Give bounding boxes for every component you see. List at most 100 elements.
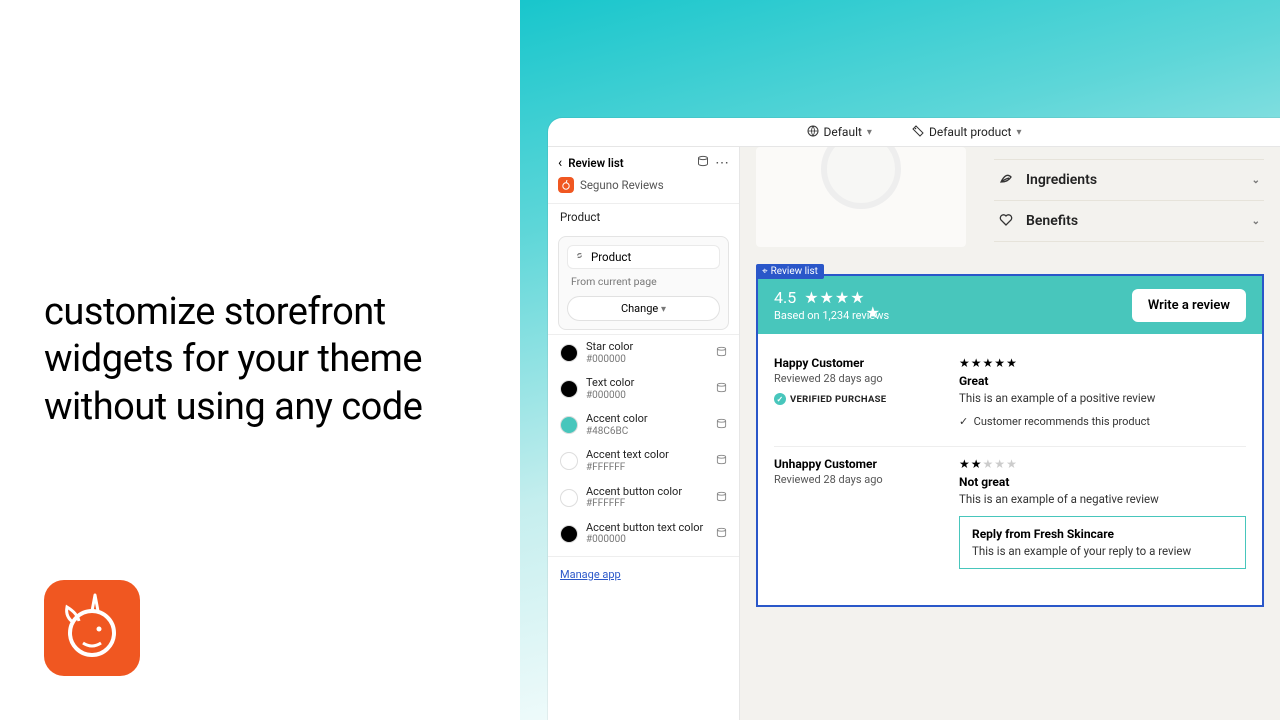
review-title: Not great	[959, 475, 1246, 489]
review-stars: ★★★★★	[959, 457, 1246, 471]
color-swatch	[560, 489, 578, 507]
reply-box: Reply from Fresh Skincare This is an exa…	[959, 516, 1246, 569]
sidebar-title: Review list	[568, 156, 691, 170]
color-row[interactable]: Accent color #48C6BC	[548, 407, 739, 443]
database-icon[interactable]	[697, 155, 709, 171]
review-text: This is an example of a negative review	[959, 492, 1246, 506]
accordion-item[interactable]: Ingredients ⌄	[994, 159, 1264, 200]
from-text: From current page	[567, 269, 720, 290]
database-icon[interactable]	[716, 454, 727, 468]
chevron-down-icon: ⌄	[1252, 216, 1260, 227]
avg-stars: ★★★★★★	[804, 288, 880, 307]
product-dish-illustration	[821, 147, 901, 209]
brand-logo	[44, 580, 140, 676]
color-meta: Accent button text color #000000	[586, 522, 708, 546]
settings-sidebar: ‹ Review list ⋯ Seguno Reviews Product	[548, 147, 740, 720]
chevron-down-icon: ▾	[867, 127, 872, 138]
color-name: Accent button color	[586, 486, 708, 499]
headline-text: customize storefront widgets for your th…	[44, 289, 476, 432]
chevron-down-icon: ⌄	[1252, 175, 1260, 186]
product-label: Default product	[929, 125, 1012, 139]
topbar: Default ▾ Default product ▾	[548, 118, 1280, 146]
globe-icon	[807, 125, 819, 140]
product-field[interactable]: Product	[567, 245, 720, 269]
unicorn-icon	[57, 593, 127, 663]
reply-text: This is an example of your reply to a re…	[972, 544, 1233, 558]
review-text: This is an example of a positive review	[959, 391, 1246, 405]
color-list: Star color #000000 Text color #000000 Ac…	[548, 334, 739, 552]
benefits-icon	[998, 211, 1016, 231]
color-row[interactable]: Accent button text color #000000	[548, 516, 739, 552]
color-name: Accent text color	[586, 449, 708, 462]
app-logo-icon	[558, 177, 574, 193]
accordion-label: Ingredients	[1026, 172, 1242, 188]
color-hex: #000000	[586, 534, 708, 546]
review-date: Reviewed 28 days ago	[774, 372, 919, 385]
color-swatch	[560, 452, 578, 470]
database-icon[interactable]	[716, 491, 727, 505]
color-swatch	[560, 344, 578, 362]
tag-icon	[912, 125, 924, 140]
ingredients-icon	[998, 170, 1016, 190]
view-selector[interactable]: Default ▾	[807, 125, 872, 140]
chevron-down-icon: ▾	[1016, 127, 1021, 138]
review-widget-header: 4.5 ★★★★★★ Based on 1,234 reviews Write …	[758, 276, 1262, 334]
marketing-panel: customize storefront widgets for your th…	[0, 0, 520, 720]
section-label: Product	[548, 203, 739, 230]
link-icon	[574, 250, 585, 264]
color-meta: Text color #000000	[586, 377, 708, 401]
review-title: Great	[959, 374, 1246, 388]
color-name: Text color	[586, 377, 708, 390]
change-label: Change	[621, 302, 658, 315]
recommendation-text: ✓ Customer recommends this product	[959, 415, 1246, 428]
accordion-item[interactable]: Benefits ⌄	[994, 200, 1264, 242]
reply-from: Reply from Fresh Skincare	[972, 527, 1233, 541]
review-stars: ★★★★★	[959, 356, 1246, 370]
database-icon[interactable]	[716, 418, 727, 432]
accordion-list: Ingredients ⌄ Benefits ⌄	[994, 147, 1264, 247]
color-swatch	[560, 416, 578, 434]
color-hex: #48C6BC	[586, 426, 708, 438]
review-date: Reviewed 28 days ago	[774, 473, 919, 486]
back-icon[interactable]: ‹	[558, 155, 562, 171]
database-icon[interactable]	[716, 382, 727, 396]
gradient-panel: Default ▾ Default product ▾ ‹ Review lis…	[520, 0, 1280, 720]
more-icon[interactable]: ⋯	[715, 155, 729, 171]
color-swatch	[560, 380, 578, 398]
color-swatch	[560, 525, 578, 543]
target-icon: ⌖	[762, 266, 768, 277]
write-review-button[interactable]: Write a review	[1132, 289, 1246, 322]
color-hex: #000000	[586, 390, 708, 402]
view-label: Default	[824, 125, 862, 139]
reviewer-name: Unhappy Customer	[774, 457, 919, 471]
product-selector[interactable]: Default product ▾	[912, 125, 1022, 140]
widget-selection-tag[interactable]: ⌖ Review list	[756, 264, 824, 279]
review-item: Unhappy Customer Reviewed 28 days ago ★★…	[774, 446, 1246, 587]
accordion-label: Benefits	[1026, 213, 1242, 229]
database-icon[interactable]	[716, 346, 727, 360]
product-field-label: Product	[591, 250, 631, 264]
editor-window: Default ▾ Default product ▾ ‹ Review lis…	[548, 118, 1280, 720]
color-hex: #000000	[586, 354, 708, 366]
product-card: Product From current page Change ▾	[558, 236, 729, 330]
manage-app-link[interactable]: Manage app	[560, 568, 621, 581]
color-meta: Accent text color #FFFFFF	[586, 449, 708, 473]
change-button[interactable]: Change ▾	[567, 296, 720, 321]
chevron-down-icon: ▾	[661, 304, 666, 315]
database-icon[interactable]	[716, 527, 727, 541]
color-meta: Accent button color #FFFFFF	[586, 486, 708, 510]
color-name: Accent button text color	[586, 522, 708, 535]
app-name: Seguno Reviews	[580, 178, 664, 192]
check-icon: ✓	[774, 393, 786, 405]
review-list: Happy Customer Reviewed 28 days ago ✓ VE…	[758, 334, 1262, 605]
color-row[interactable]: Accent button color #FFFFFF	[548, 480, 739, 516]
color-row[interactable]: Text color #000000	[548, 371, 739, 407]
color-hex: #FFFFFF	[586, 462, 708, 474]
review-item: Happy Customer Reviewed 28 days ago ✓ VE…	[774, 346, 1246, 446]
widget-tag-label: Review list	[771, 266, 818, 277]
review-widget: 4.5 ★★★★★★ Based on 1,234 reviews Write …	[756, 274, 1264, 607]
color-hex: #FFFFFF	[586, 498, 708, 510]
color-row[interactable]: Star color #000000	[548, 335, 739, 371]
color-row[interactable]: Accent text color #FFFFFF	[548, 443, 739, 479]
product-image	[756, 147, 966, 247]
